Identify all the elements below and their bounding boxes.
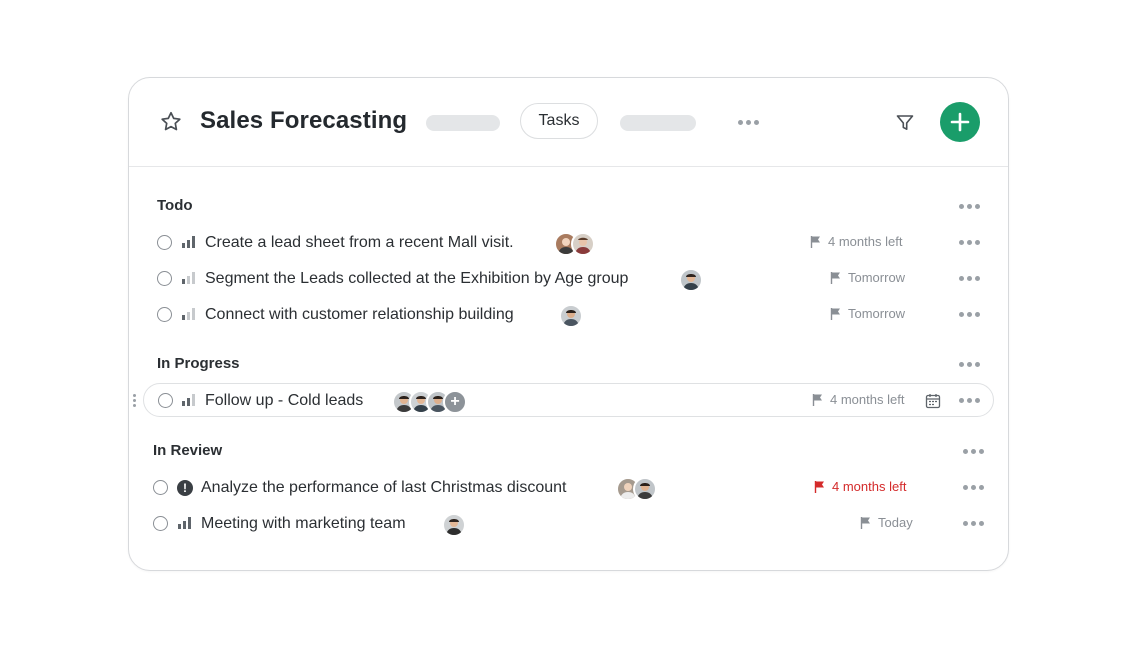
tab-placeholder-2[interactable] bbox=[620, 115, 696, 131]
assignee-avatars[interactable] bbox=[679, 268, 703, 292]
task-more-icon[interactable] bbox=[959, 276, 980, 281]
due-date[interactable]: 4 months left bbox=[809, 234, 902, 249]
plus-icon bbox=[950, 112, 970, 132]
assignee-avatars[interactable] bbox=[559, 304, 583, 328]
due-date-label: 4 months left bbox=[828, 234, 903, 249]
priority-bars-icon bbox=[182, 308, 196, 320]
alert-icon: ! bbox=[177, 480, 193, 496]
task-title[interactable]: Create a lead sheet from a recent Mall v… bbox=[205, 234, 514, 252]
assignee-avatars[interactable] bbox=[616, 477, 657, 501]
card-header: Sales Forecasting Tasks bbox=[129, 78, 1008, 167]
flag-icon bbox=[814, 480, 824, 493]
due-date[interactable]: Today bbox=[859, 515, 913, 530]
flag-icon bbox=[830, 271, 840, 284]
task-checkbox[interactable] bbox=[157, 307, 172, 322]
assignee-avatars[interactable] bbox=[442, 513, 466, 537]
due-date-label: 4 months left bbox=[832, 479, 907, 494]
section-title-in-review: In Review bbox=[153, 442, 223, 459]
assignee-avatars[interactable] bbox=[554, 232, 595, 256]
task-more-icon[interactable] bbox=[963, 485, 984, 490]
page-title: Sales Forecasting bbox=[200, 107, 408, 134]
task-checkbox[interactable] bbox=[158, 393, 173, 408]
task-list-card: Sales Forecasting Tasks Todo Create a le… bbox=[128, 77, 1009, 571]
task-more-icon[interactable] bbox=[959, 312, 980, 317]
add-task-button[interactable] bbox=[940, 102, 980, 142]
avatar bbox=[679, 268, 703, 292]
flag-icon bbox=[812, 393, 822, 406]
due-date[interactable]: Tomorrow bbox=[829, 306, 905, 321]
avatar bbox=[559, 304, 583, 328]
task-checkbox[interactable] bbox=[153, 480, 168, 495]
avatar bbox=[633, 477, 657, 501]
section-more-icon[interactable] bbox=[963, 449, 984, 454]
task-checkbox[interactable] bbox=[153, 516, 168, 531]
section-title-in-progress: In Progress bbox=[157, 355, 240, 372]
task-checkbox[interactable] bbox=[157, 271, 172, 286]
task-title[interactable]: Analyze the performance of last Christma… bbox=[201, 479, 567, 497]
task-title[interactable]: Follow up - Cold leads bbox=[205, 392, 363, 410]
tab-placeholder-1[interactable] bbox=[426, 115, 500, 131]
priority-bars-icon bbox=[178, 517, 192, 529]
task-more-icon[interactable] bbox=[959, 240, 980, 245]
task-more-icon[interactable] bbox=[959, 398, 980, 403]
more-tabs-icon[interactable] bbox=[738, 120, 759, 125]
section-title-todo: Todo bbox=[157, 197, 193, 214]
due-date-label: Tomorrow bbox=[848, 306, 906, 321]
due-date-label: Tomorrow bbox=[848, 270, 906, 285]
flag-icon bbox=[810, 235, 820, 248]
task-title[interactable]: Connect with customer relationship build… bbox=[205, 306, 514, 324]
due-date[interactable]: Tomorrow bbox=[829, 270, 905, 285]
assignee-avatars[interactable]: + bbox=[392, 390, 467, 414]
flag-icon bbox=[830, 307, 840, 320]
drag-handle-icon[interactable] bbox=[133, 394, 136, 407]
task-more-icon[interactable] bbox=[963, 521, 984, 526]
due-date-label: Today bbox=[878, 515, 913, 530]
task-title[interactable]: Segment the Leads collected at the Exhib… bbox=[205, 270, 628, 288]
avatar bbox=[571, 232, 595, 256]
star-icon[interactable] bbox=[159, 110, 183, 134]
avatar bbox=[442, 513, 466, 537]
priority-bars-icon bbox=[182, 394, 196, 406]
due-date[interactable]: 4 months left bbox=[811, 392, 904, 407]
more-assignees-icon[interactable]: + bbox=[443, 390, 467, 414]
section-more-icon[interactable] bbox=[959, 362, 980, 367]
flag-icon bbox=[860, 516, 870, 529]
task-title[interactable]: Meeting with marketing team bbox=[201, 515, 406, 533]
priority-bars-icon bbox=[182, 272, 196, 284]
task-checkbox[interactable] bbox=[157, 235, 172, 250]
priority-bars-icon bbox=[182, 236, 196, 248]
filter-icon[interactable] bbox=[895, 113, 915, 133]
due-date-label: 4 months left bbox=[830, 392, 905, 407]
due-date-overdue[interactable]: 4 months left bbox=[813, 479, 906, 494]
tab-tasks[interactable]: Tasks bbox=[520, 103, 598, 139]
calendar-icon[interactable] bbox=[925, 393, 941, 409]
section-more-icon[interactable] bbox=[959, 204, 980, 209]
